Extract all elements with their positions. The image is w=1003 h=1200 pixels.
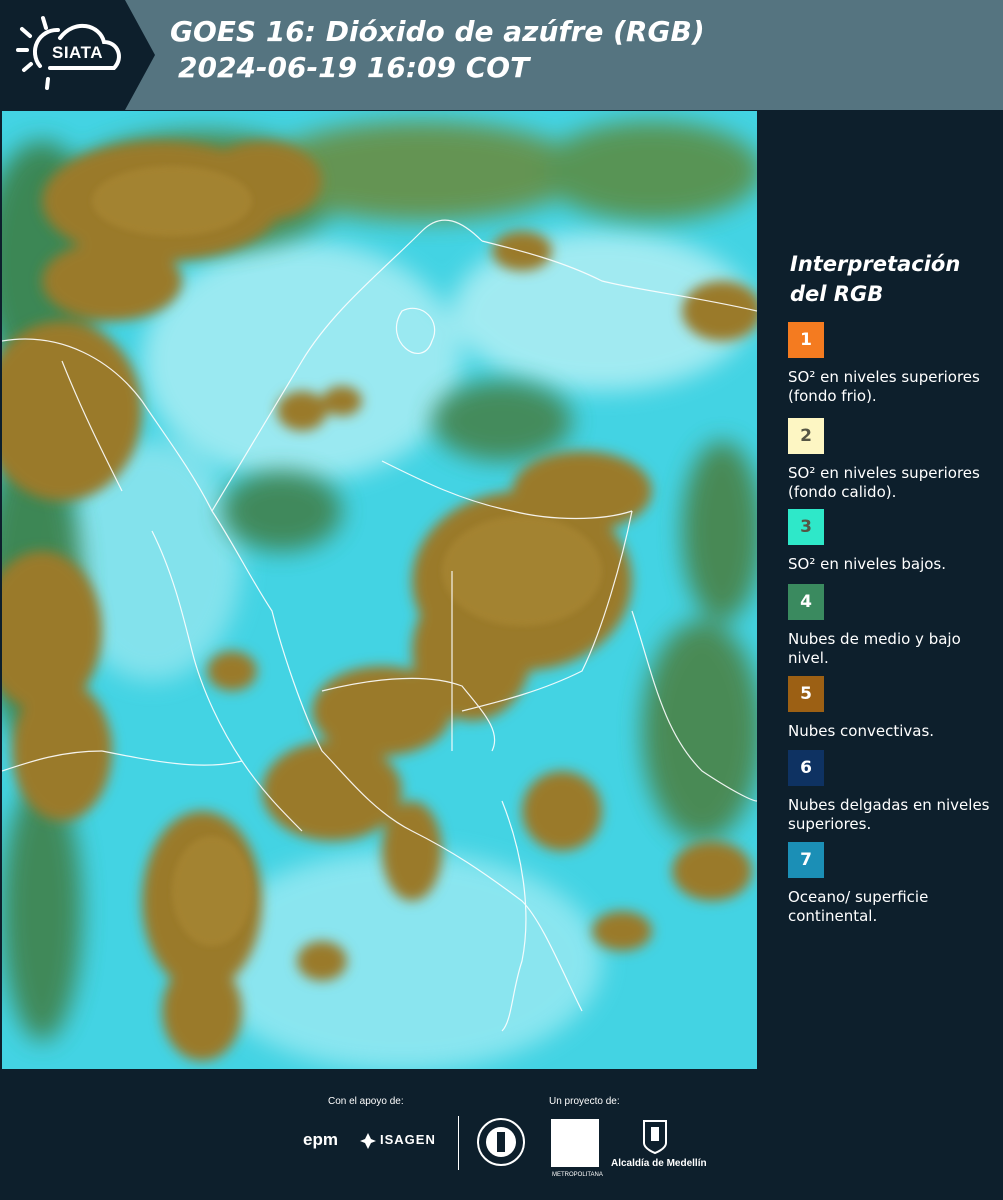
alcaldia-text: Alcaldía de Medellín	[611, 1158, 707, 1169]
legend-label-7: Oceano/ superficie continental.	[788, 888, 929, 925]
isagen-logo: ISAGEN	[380, 1132, 436, 1147]
header: SIATA GOES 16: Dióxido de azúfre (RGB) 2…	[0, 0, 1003, 110]
logo-text: SIATA	[52, 43, 103, 62]
legend-number-5: 5	[800, 684, 812, 704]
legend-item-7: 7 Oceano/ superficie continental.	[788, 842, 998, 926]
legend-title-line-2: del RGB	[790, 282, 884, 306]
page-title: GOES 16: Dióxido de azúfre (RGB) 2024-06…	[170, 14, 705, 86]
legend-label-3: SO² en niveles bajos.	[788, 555, 947, 573]
legend-item-4: 4 Nubes de medio y bajo nivel.	[788, 584, 998, 668]
legend-swatch-7: 7	[788, 842, 824, 878]
university-seal-icon	[477, 1118, 525, 1166]
epm-logo: epm	[303, 1130, 338, 1149]
legend-item-2: 2 SO² en niveles superiores (fondo calid…	[788, 418, 998, 502]
area-metropolitana-logo	[551, 1119, 599, 1167]
area-metropolitana-text: METROPOLITANA	[552, 1172, 603, 1178]
legend-swatch-4: 4	[788, 584, 824, 620]
satellite-map[interactable]	[2, 111, 757, 1069]
legend-title: Interpretación del RGB	[790, 249, 960, 309]
legend-label-1: SO² en niveles superiores (fondo frio).	[788, 368, 980, 405]
isagen-icon	[360, 1133, 376, 1149]
title-line-1: GOES 16: Dióxido de azúfre (RGB)	[170, 15, 705, 48]
legend-item-5: 5 Nubes convectivas.	[788, 676, 998, 741]
satellite-imagery	[2, 111, 757, 1069]
legend-title-line-1: Interpretación	[790, 252, 961, 276]
project-label: Un proyecto de:	[549, 1096, 620, 1107]
legend-panel: Interpretación del RGB 1 SO² en niveles …	[762, 111, 1003, 1069]
legend-label-5: Nubes convectivas.	[788, 722, 935, 740]
legend-swatch-5: 5	[788, 676, 824, 712]
legend-label-4: Nubes de medio y bajo nivel.	[788, 630, 961, 667]
legend-item-3: 3 SO² en niveles bajos.	[788, 509, 998, 574]
title-line-2: 2024-06-19 16:09 COT	[178, 51, 530, 84]
legend-item-1: 1 SO² en niveles superiores (fondo frio)…	[788, 322, 998, 406]
legend-label-2: SO² en niveles superiores (fondo calido)…	[788, 464, 980, 501]
legend-number-2: 2	[800, 426, 812, 446]
footer-divider	[458, 1116, 459, 1170]
siata-logo: SIATA	[0, 0, 155, 110]
legend-number-4: 4	[800, 592, 812, 612]
legend-number-6: 6	[800, 758, 812, 778]
legend-number-3: 3	[800, 517, 812, 537]
legend-swatch-1: 1	[788, 322, 824, 358]
legend-item-6: 6 Nubes delgadas en niveles superiores.	[788, 750, 998, 834]
support-label: Con el apoyo de:	[328, 1096, 404, 1107]
legend-number-1: 1	[800, 330, 812, 350]
legend-swatch-3: 3	[788, 509, 824, 545]
legend-swatch-2: 2	[788, 418, 824, 454]
legend-swatch-6: 6	[788, 750, 824, 786]
legend-number-7: 7	[800, 850, 812, 870]
footer: Con el apoyo de: Un proyecto de: epm ISA…	[0, 1070, 1003, 1200]
legend-label-6: Nubes delgadas en niveles superiores.	[788, 796, 990, 833]
alcaldia-shield-icon	[643, 1120, 667, 1155]
